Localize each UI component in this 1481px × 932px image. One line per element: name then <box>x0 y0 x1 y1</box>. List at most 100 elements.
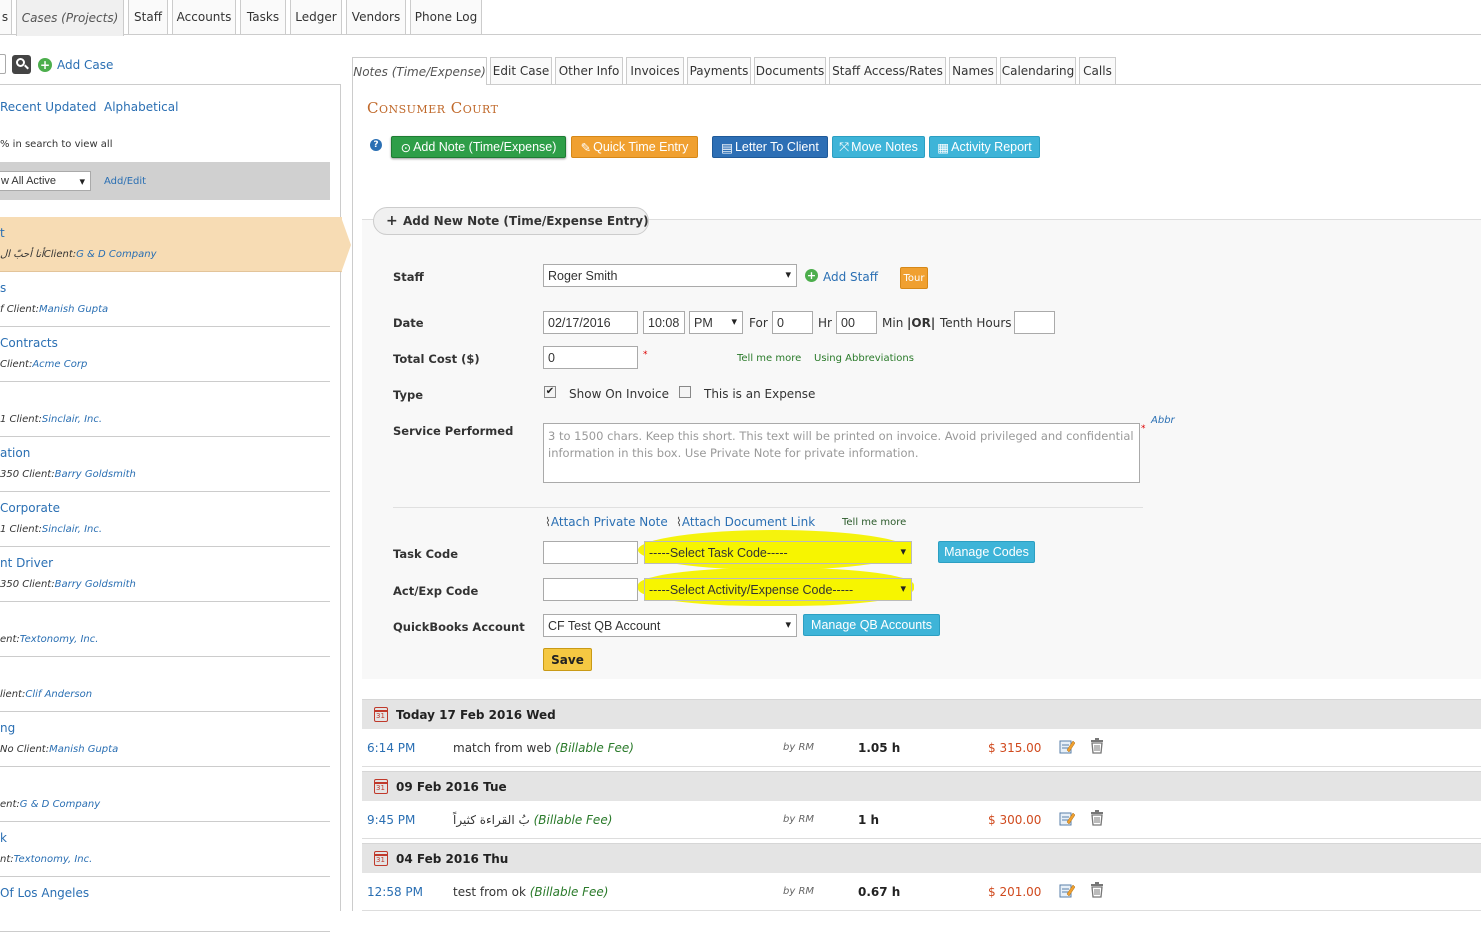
attach-document-link[interactable]: ⌇Attach Document Link <box>676 515 815 529</box>
task-code-input[interactable] <box>543 541 638 564</box>
recent-updated-link[interactable]: Recent Updated <box>0 100 96 114</box>
manage-qb-accounts-button[interactable]: Manage QB Accounts <box>803 614 940 636</box>
tab-names[interactable]: Names <box>949 57 997 84</box>
add-case-link[interactable]: Add Case <box>57 58 113 72</box>
client-name-link[interactable]: G & D Company <box>76 249 156 260</box>
tab-calls[interactable]: Calls <box>1079 57 1116 84</box>
tab-invoices[interactable]: Invoices <box>626 57 684 84</box>
trash-icon[interactable] <box>1090 882 1104 898</box>
abbr-link[interactable]: Abbr <box>1151 415 1175 426</box>
case-list-item[interactable]: Contracts Client:Acme Corp <box>0 327 330 382</box>
client-name-link[interactable]: Barry Goldsmith <box>55 579 136 590</box>
client-name-link[interactable]: Manish Gupta <box>49 744 118 755</box>
case-filter-select[interactable]: w All Active <box>0 171 91 191</box>
tour-button[interactable]: Tour <box>900 267 928 289</box>
tab-partial[interactable]: s <box>0 0 12 35</box>
tab-other-info[interactable]: Other Info <box>555 57 623 84</box>
tell-me-more-link-2[interactable]: Tell me more <box>842 517 906 528</box>
edit-icon[interactable] <box>1059 810 1076 826</box>
case-list-item[interactable]: ent:G & D Company <box>0 767 330 822</box>
case-search-input[interactable] <box>0 54 6 74</box>
entry-time-link[interactable]: 12:58 PM <box>367 885 423 899</box>
tab-vendors[interactable]: Vendors <box>346 0 406 35</box>
tab-accounts[interactable]: Accounts <box>172 0 236 35</box>
form-section-header[interactable]: + Add New Note (Time/Expense Entry) <box>373 207 649 235</box>
activity-report-button[interactable]: ▦ Activity Report <box>929 136 1040 158</box>
show-on-invoice-checkbox[interactable]: ✔ <box>544 386 556 398</box>
client-name-link[interactable]: Clif Anderson <box>25 689 92 700</box>
save-button[interactable]: Save <box>543 648 592 671</box>
client-name-link[interactable]: Acme Corp <box>32 359 87 370</box>
tab-ledger[interactable]: Ledger <box>290 0 342 35</box>
case-name[interactable]: Of Los Angeles <box>0 886 89 900</box>
minutes-input[interactable]: 00 <box>836 311 877 334</box>
manage-codes-button[interactable]: Manage Codes <box>938 541 1035 563</box>
tab-tasks[interactable]: Tasks <box>240 0 286 35</box>
client-name-link[interactable]: Sinclair, Inc. <box>42 524 102 535</box>
add-note-button[interactable]: ⊙ Add Note (Time/Expense) <box>391 136 566 158</box>
case-list-item[interactable]: sf Client:Manish Gupta <box>0 272 330 327</box>
tab-staff[interactable]: Staff <box>128 0 168 35</box>
case-list-item[interactable]: Corporate 1 Client:Sinclair, Inc. <box>0 492 330 547</box>
date-input[interactable]: 02/17/2016 <box>543 311 638 334</box>
time-input[interactable]: 10:08 <box>643 311 685 334</box>
tab-documents[interactable]: Documents <box>754 57 826 84</box>
quickbooks-select[interactable]: CF Test QB Account <box>543 614 797 637</box>
client-name-link[interactable]: Textonomy, Inc. <box>14 854 93 865</box>
case-list-item[interactable]: k nt:Textonomy, Inc. <box>0 822 330 877</box>
entry-time-link[interactable]: 6:14 PM <box>367 741 415 755</box>
client-name-link[interactable]: Manish Gupta <box>39 304 108 315</box>
client-name-link[interactable]: G & D Company <box>20 799 100 810</box>
client-name-link[interactable]: Barry Goldsmith <box>55 469 136 480</box>
trash-icon[interactable] <box>1090 738 1104 754</box>
expense-checkbox[interactable] <box>679 386 691 398</box>
total-cost-input[interactable]: 0 <box>543 346 638 369</box>
tab-cases[interactable]: Cases (Projects) <box>16 0 124 36</box>
case-list-item[interactable]: t أنا أحبّ الClient:G & D Company <box>0 217 342 272</box>
quick-time-entry-button[interactable]: ✎ Quick Time Entry <box>571 136 698 158</box>
case-name[interactable]: t <box>0 226 5 240</box>
tenth-hours-input[interactable] <box>1014 311 1055 334</box>
add-edit-filter-link[interactable]: Add/Edit <box>104 176 146 187</box>
alphabetical-link[interactable]: Alphabetical <box>104 100 178 114</box>
act-code-input[interactable] <box>543 578 638 601</box>
staff-select[interactable]: Roger Smith <box>543 264 797 287</box>
case-name[interactable]: ng <box>0 721 15 735</box>
case-list-item[interactable]: ent:Textonomy, Inc. <box>0 602 330 657</box>
client-name-link[interactable]: Textonomy, Inc. <box>20 634 99 645</box>
case-list-item[interactable]: 1 Client:Sinclair, Inc. <box>0 382 330 437</box>
tell-me-more-link[interactable]: Tell me more <box>737 353 801 364</box>
case-list-item[interactable]: nt Driver 350 Client:Barry Goldsmith <box>0 547 330 602</box>
case-name[interactable]: Corporate <box>0 501 60 515</box>
task-code-select[interactable]: -----Select Task Code----- <box>644 541 912 564</box>
case-name[interactable]: ation <box>0 446 30 460</box>
tab-notes[interactable]: Notes (Time/Expense) <box>352 57 487 85</box>
client-name-link[interactable]: Sinclair, Inc. <box>42 414 102 425</box>
tab-staff-access[interactable]: Staff Access/Rates <box>829 57 946 84</box>
service-performed-textarea[interactable]: 3 to 1500 chars. Keep this short. This t… <box>543 423 1140 483</box>
tab-payments[interactable]: Payments <box>687 57 751 84</box>
case-name[interactable]: s <box>0 281 6 295</box>
ampm-select[interactable]: PM <box>689 311 743 334</box>
hours-input[interactable]: 0 <box>772 311 813 334</box>
case-list-item[interactable]: lient:Clif Anderson <box>0 657 330 712</box>
attach-private-note-link[interactable]: ⌇Attach Private Note <box>545 515 668 529</box>
move-notes-button[interactable]: ⤧ Move Notes <box>832 136 925 158</box>
add-staff-link[interactable]: Add Staff <box>823 270 878 284</box>
case-name[interactable]: k <box>0 831 7 845</box>
tab-phone-log[interactable]: Phone Log <box>410 0 482 35</box>
tab-edit-case[interactable]: Edit Case <box>490 57 552 84</box>
tab-calendaring[interactable]: Calendaring <box>1000 57 1076 84</box>
help-icon[interactable]: ? <box>370 139 382 151</box>
case-list-item[interactable]: ng No Client:Manish Gupta <box>0 712 330 767</box>
trash-icon[interactable] <box>1090 810 1104 826</box>
case-list-item[interactable]: ation 350 Client:Barry Goldsmith <box>0 437 330 492</box>
edit-icon[interactable] <box>1059 882 1076 898</box>
case-name[interactable]: nt Driver <box>0 556 53 570</box>
entry-time-link[interactable]: 9:45 PM <box>367 813 415 827</box>
edit-icon[interactable] <box>1059 738 1076 754</box>
case-list-item[interactable]: Of Los Angeles <box>0 877 330 932</box>
using-abbreviations-link[interactable]: Using Abbreviations <box>814 353 914 364</box>
case-name[interactable]: Contracts <box>0 336 58 350</box>
act-code-select[interactable]: -----Select Activity/Expense Code----- <box>644 578 912 601</box>
